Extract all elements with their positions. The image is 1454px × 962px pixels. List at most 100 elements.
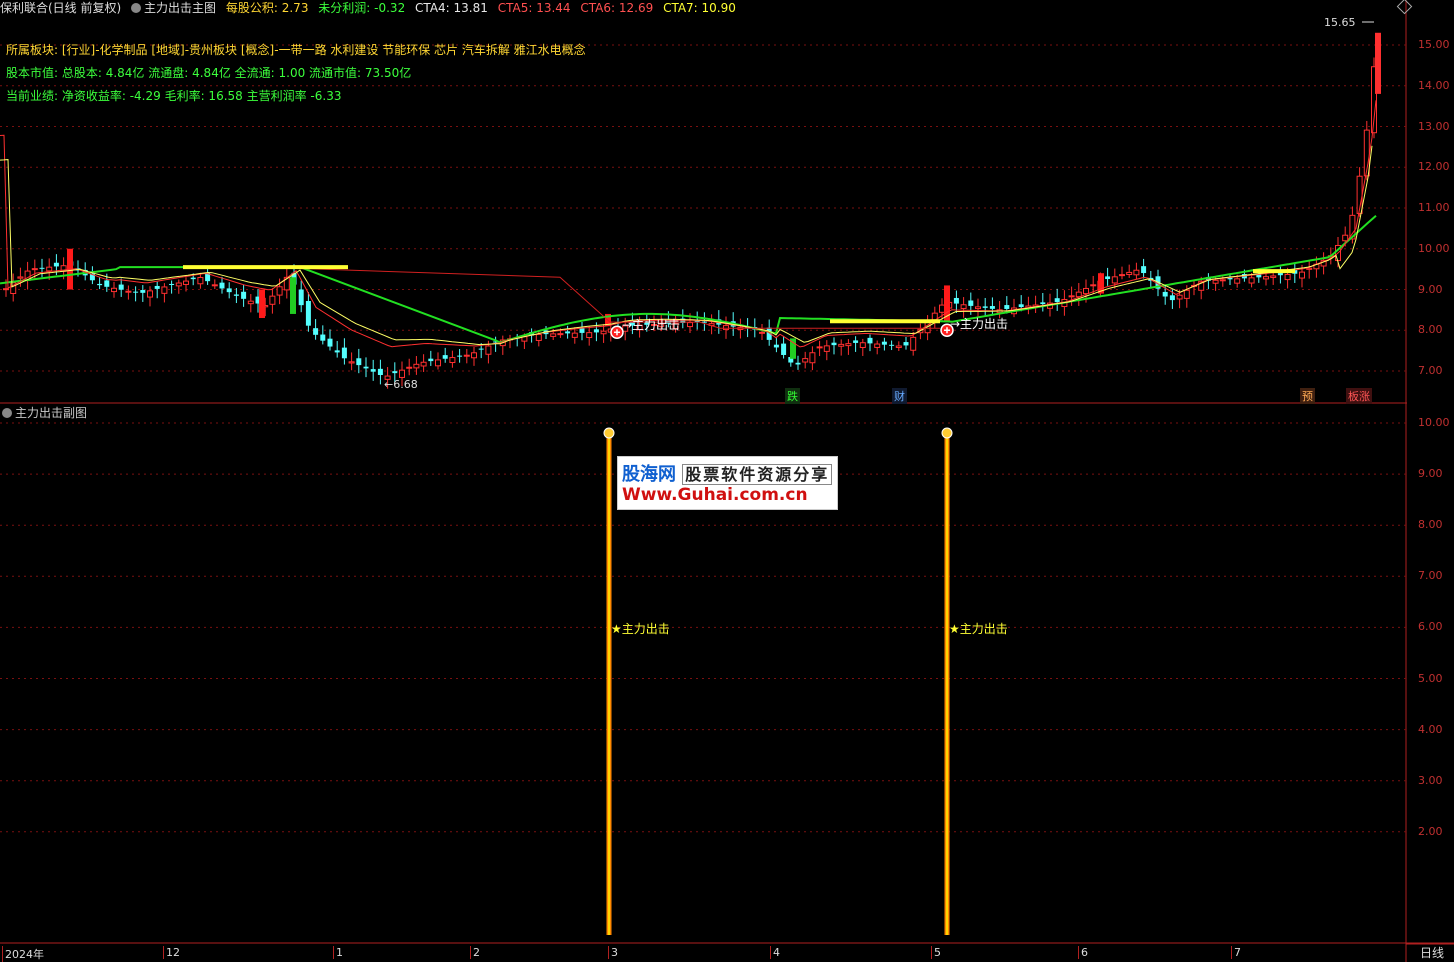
candle-up — [247, 300, 254, 305]
candle-down — [903, 342, 909, 346]
candle-up — [960, 304, 967, 309]
candle-up — [463, 354, 470, 357]
candle-up — [1126, 271, 1133, 275]
cta5-readout: CTA5: 13.44 — [497, 1, 571, 15]
candle-down — [968, 300, 974, 306]
candle-down — [370, 369, 376, 372]
candle-up — [1068, 295, 1075, 298]
date-axis-tick: 7 — [1231, 946, 1241, 959]
candle-down — [1004, 305, 1010, 309]
candle-down — [118, 284, 124, 290]
candle-up — [1234, 278, 1241, 284]
candle-up — [348, 361, 355, 364]
mark-cai: 财 — [892, 388, 907, 404]
stock-title[interactable]: 保利联合(日线 前复权) — [0, 1, 121, 15]
candle-down — [392, 371, 398, 374]
date-axis-tick: 2 — [470, 946, 480, 959]
candle-up — [1090, 284, 1097, 287]
candle-up — [17, 276, 24, 279]
candle-up — [471, 352, 477, 359]
sub-axis-tick: 6.00 — [1418, 620, 1443, 634]
candle-down — [1105, 276, 1111, 280]
candle-up — [276, 286, 283, 296]
mark-yu: 预 — [1300, 388, 1315, 404]
candle-up — [1133, 269, 1140, 276]
cta4-readout: CTA4: 13.81 — [415, 1, 488, 15]
candle-up — [816, 346, 823, 349]
candle-up — [1183, 289, 1190, 299]
period-tab[interactable]: 日线 — [1412, 944, 1452, 961]
candle-down — [773, 344, 779, 348]
main-axis-tick: 7.00 — [1418, 364, 1443, 377]
sub-axis-tick: 4.00 — [1418, 722, 1443, 736]
date-axis-tick: 1 — [333, 946, 343, 959]
candle-up — [586, 332, 593, 339]
candle-up — [175, 282, 182, 287]
candle-down — [1141, 266, 1147, 274]
candle-up — [1219, 279, 1226, 282]
candle-up — [31, 268, 38, 271]
signal-candle — [1375, 32, 1381, 94]
candle-up — [809, 352, 816, 364]
mark-zhang: 板涨 — [1346, 388, 1372, 404]
candle-up — [406, 366, 413, 369]
candle-down — [363, 366, 369, 369]
date-axis-tick: 4 — [770, 946, 780, 959]
candle-down — [853, 340, 859, 343]
candle-up — [838, 343, 845, 347]
candle-up — [46, 266, 53, 272]
candle-up — [859, 342, 866, 348]
candle-down — [881, 341, 887, 345]
candle-down — [233, 294, 239, 296]
high-price-label: 15.65 — [1324, 16, 1356, 29]
candle-down — [39, 267, 45, 269]
candle-up — [197, 276, 204, 285]
indicator-settings[interactable]: 主力出击主图 — [131, 1, 216, 15]
sub-axis-tick: 9.00 — [1418, 467, 1443, 481]
candle-down — [457, 355, 463, 357]
mark-die: 跌 — [785, 388, 800, 404]
candle-down — [298, 289, 304, 306]
candle-down — [795, 362, 801, 365]
low-price-label: ←6.68 — [384, 378, 418, 391]
indicator-name: 主力出击主图 — [144, 1, 217, 15]
sub-axis-tick: 10.00 — [1418, 416, 1450, 429]
candle-up — [1284, 273, 1291, 281]
main-axis-tick: 9.00 — [1418, 282, 1443, 296]
candle-down — [1054, 298, 1060, 303]
candle-up — [1306, 267, 1313, 270]
sub-axis-tick: 8.00 — [1418, 518, 1443, 532]
eps-label: 每股公积: — [225, 1, 278, 15]
candle-down — [140, 290, 146, 293]
candle-up — [111, 287, 117, 293]
candle-up — [723, 325, 729, 331]
candle-up — [535, 334, 542, 341]
undistributed-label: 未分利润: — [318, 1, 371, 15]
watermark-url: Www.Guhai.com.cn — [622, 485, 808, 505]
candle-down — [982, 306, 988, 308]
candle-down — [327, 338, 333, 347]
candle-up — [1212, 279, 1219, 284]
candle-up — [420, 361, 427, 367]
candle-down — [97, 283, 103, 286]
candle-down — [565, 331, 571, 334]
gear-icon[interactable] — [131, 3, 142, 13]
candle-down — [169, 283, 175, 285]
candle-up — [435, 359, 441, 367]
cta6-readout: CTA6: 12.69 — [580, 1, 654, 15]
candle-down — [593, 329, 599, 333]
candle-down — [831, 342, 837, 346]
candle-up — [1270, 275, 1277, 278]
candle-up — [161, 286, 168, 294]
candle-down — [305, 301, 311, 326]
gear-icon[interactable] — [2, 408, 12, 418]
candle-down — [1169, 295, 1175, 301]
sub-axis-tick: 5.00 — [1418, 671, 1443, 685]
sub-panel-title[interactable]: 主力出击副图 — [2, 404, 87, 421]
candle-up — [1342, 234, 1349, 242]
candle-up — [1111, 276, 1118, 284]
candle-down — [104, 280, 110, 287]
sub-axis-tick: 2.00 — [1418, 824, 1443, 838]
main-axis-tick: 13.00 — [1418, 119, 1450, 133]
date-axis-tick: 12 — [163, 946, 180, 959]
